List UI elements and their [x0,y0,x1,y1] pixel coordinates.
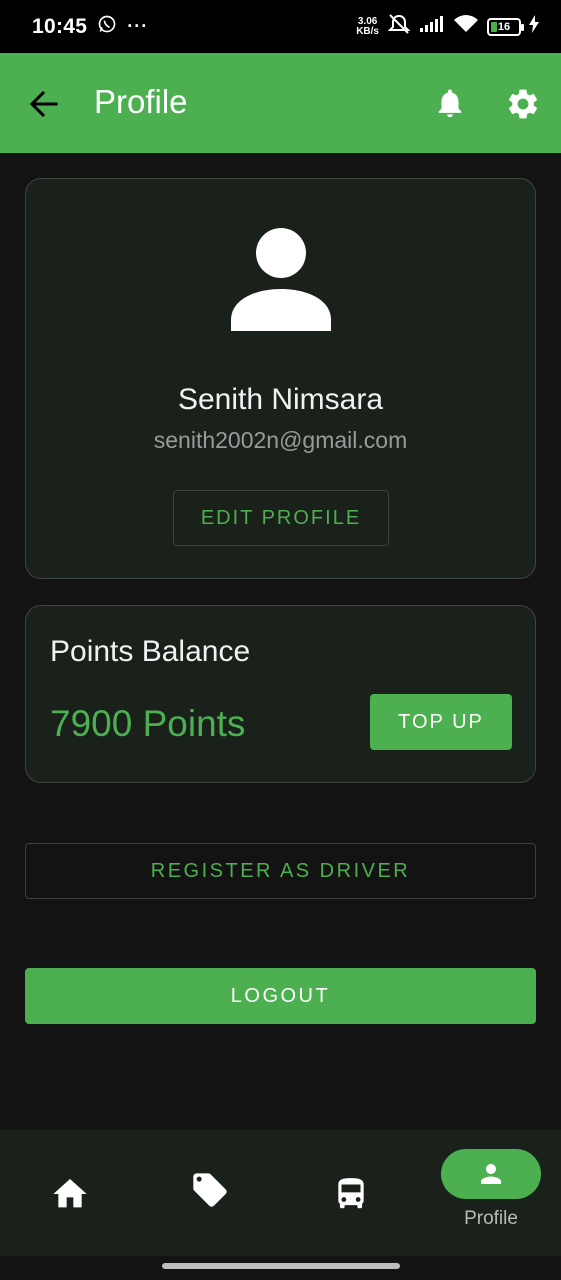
back-button[interactable] [28,88,60,120]
status-bar: 10:45 ··· 3.06 KB/s 16 [0,0,561,53]
signal-icon [419,15,445,38]
status-right: 3.06 KB/s 16 [356,13,539,40]
user-email: senith2002n@gmail.com [153,427,408,453]
bus-icon [338,1178,364,1209]
wifi-icon [453,14,479,39]
bell-icon [438,89,462,118]
battery-level: 16 [497,20,511,33]
more-notifications-icon: ··· [127,16,149,36]
register-driver-button[interactable]: REGISTER AS DRIVER [25,843,536,899]
logout-button[interactable]: LOGOUT [25,968,536,1024]
avatar [226,227,336,331]
notifications-button[interactable] [433,86,467,120]
whatsapp-icon [97,14,117,39]
profile-card: Senith Nimsara senith2002n@gmail.com EDI… [25,178,536,579]
home-icon [53,1179,87,1208]
person-icon [481,1164,501,1184]
battery-icon: 16 [487,17,524,36]
settings-button[interactable] [505,86,541,122]
nav-home[interactable] [50,1174,90,1214]
points-title: Points Balance [50,635,251,668]
nav-profile-indicator [441,1149,541,1199]
tags-icon [193,1173,227,1207]
points-card: Points Balance 7900 Points TOP UP [25,605,536,783]
arrow-left-icon [29,90,58,118]
charging-icon [529,15,539,38]
user-name: Senith Nimsara [177,383,384,416]
points-value: 7900 Points [50,703,246,744]
status-left: 10:45 ··· [32,14,148,39]
nav-profile[interactable]: Profile [440,1149,542,1241]
page-title: Profile [94,83,188,120]
nav-profile-label: Profile [464,1208,518,1229]
home-indicator[interactable] [162,1263,400,1269]
mute-icon [387,13,411,40]
bottom-navigation: Profile [0,1130,561,1256]
top-up-button[interactable]: TOP UP [370,694,512,750]
edit-profile-button[interactable]: EDIT PROFILE [173,490,389,546]
status-time: 10:45 [32,14,88,38]
gear-icon [508,89,538,119]
network-speed-value: 3.06 [357,15,378,27]
network-speed-unit: KB/s [356,25,379,37]
person-icon [231,228,331,331]
app-bar: Profile [0,53,561,153]
nav-offers[interactable] [190,1170,230,1210]
network-speed: 3.06 KB/s [356,15,379,37]
nav-bus[interactable] [332,1174,370,1214]
